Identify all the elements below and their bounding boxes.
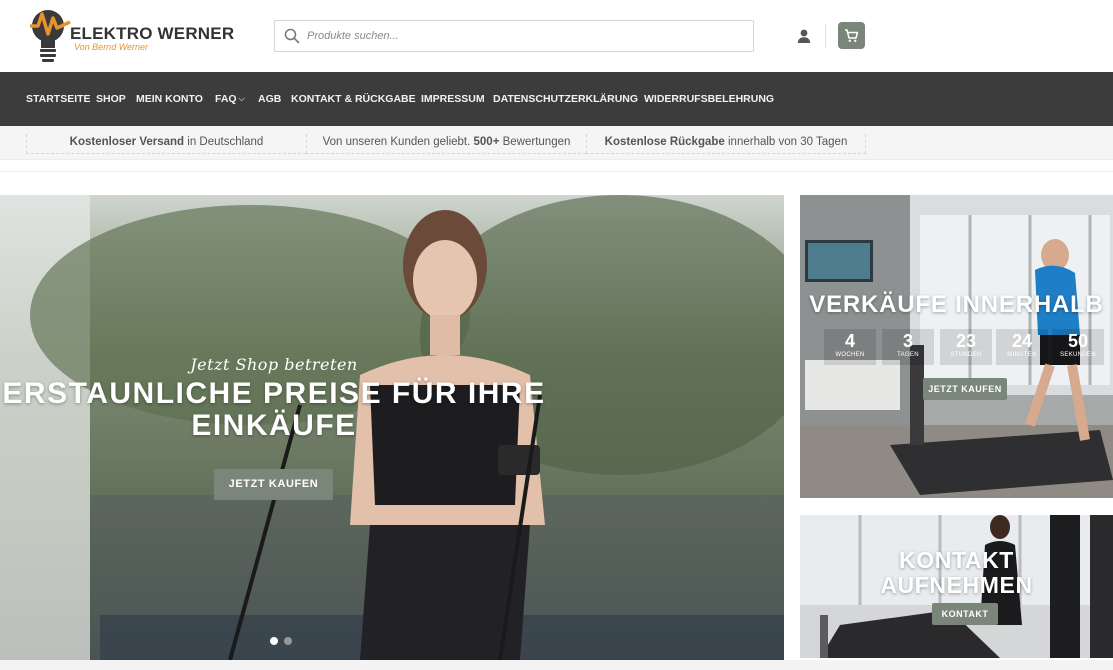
sale-shop-now-button[interactable]: JETZT KAUFEN: [923, 378, 1007, 400]
nav-item-impressum[interactable]: IMPRESSUM: [421, 93, 485, 105]
slider-dot[interactable]: [284, 637, 292, 645]
contact-title-line1: KONTAKT: [899, 547, 1014, 573]
sale-banner[interactable]: VERKÄUFE INNERHALB 4 WOCHEN 3 TAGEN 23 S…: [800, 195, 1113, 498]
usp-shipping-text: in Deutschland: [184, 136, 264, 148]
usp-bar: Kostenloser Versand in Deutschland Von u…: [0, 126, 1113, 160]
site-header: ELEKTRO WERNER Von Bernd Werner: [0, 0, 1113, 72]
usp-returns: Kostenlose Rückgabe innerhalb von 30 Tag…: [586, 134, 866, 154]
countdown-hours-value: 23: [955, 331, 977, 351]
brand-tagline: Von Bernd Werner: [74, 42, 149, 52]
usp-returns-bold: Kostenlose Rückgabe: [604, 136, 725, 148]
countdown-days: 3 TAGEN: [882, 329, 934, 365]
chevron-down-icon: ⌵: [238, 94, 245, 103]
countdown-seconds-value: 50: [1067, 331, 1089, 351]
sale-title: VERKÄUFE INNERHALB: [809, 291, 1104, 318]
nav-item-faq-label: FAQ: [215, 93, 237, 105]
contact-button[interactable]: KONTAKT: [932, 603, 998, 625]
section-divider: [0, 160, 1113, 172]
search-input[interactable]: [307, 21, 747, 51]
brand-name: ELEKTRO WERNER: [70, 24, 235, 43]
main-nav: STARTSEITE SHOP MEIN KONTO FAQ ⌵ AGB KONT…: [0, 72, 1113, 126]
countdown-minutes-label: MINUTEN: [1007, 352, 1037, 358]
user-icon[interactable]: [796, 28, 812, 44]
countdown-weeks-value: 4: [844, 331, 855, 351]
contact-banner[interactable]: KONTAKT AUFNEHMEN KONTAKT: [800, 515, 1113, 658]
countdown-minutes: 24 MINUTEN: [996, 329, 1048, 365]
site-logo[interactable]: ELEKTRO WERNER Von Bernd Werner: [28, 4, 234, 68]
search-box[interactable]: [274, 20, 754, 52]
usp-shipping: Kostenloser Versand in Deutschland: [26, 134, 306, 154]
hero-title: ERSTAUNLICHE PREISE FÜR IHRE EINKÄUFE: [2, 377, 546, 442]
nav-item-startseite[interactable]: STARTSEITE: [26, 93, 91, 105]
countdown-seconds-label: SEKUNDEN: [1060, 352, 1096, 358]
nav-item-mein-konto[interactable]: MEIN KONTO: [136, 93, 203, 105]
countdown-hours-label: STUNDEN: [950, 352, 982, 358]
usp-reviews-text: Bewertungen: [499, 136, 571, 148]
usp-reviews-bold: 500+: [473, 136, 500, 148]
countdown-hours: 23 STUNDEN: [940, 329, 992, 365]
contact-title: KONTAKT AUFNEHMEN: [800, 548, 1113, 598]
hero-kicker: Jetzt Shop betreten: [190, 355, 358, 374]
contact-title-line2: AUFNEHMEN: [880, 572, 1033, 598]
countdown-seconds: 50 SEKUNDEN: [1052, 329, 1104, 365]
nav-item-kontakt-rueckgabe[interactable]: KONTAKT & RÜCKGABE: [291, 93, 416, 105]
nav-item-widerruf[interactable]: WIDERRUFSBELEHRUNG: [644, 93, 774, 105]
page-bottom: [0, 660, 1113, 670]
cart-button[interactable]: [838, 22, 865, 49]
usp-reviews-lead: Von unseren Kunden geliebt.: [322, 136, 474, 148]
usp-shipping-bold: Kostenloser Versand: [69, 136, 185, 148]
usp-reviews: Von unseren Kunden geliebt. 500+ Bewertu…: [306, 134, 586, 154]
slider-dot-active[interactable]: [270, 637, 278, 645]
hero-shop-now-button[interactable]: JETZT KAUFEN: [214, 469, 333, 500]
nav-item-faq[interactable]: FAQ ⌵: [215, 93, 245, 105]
header-divider: [825, 24, 826, 48]
nav-item-shop[interactable]: SHOP: [96, 93, 126, 105]
hero-slider[interactable]: Jetzt Shop betreten ERSTAUNLICHE PREISE …: [0, 195, 784, 660]
countdown-weeks: 4 WOCHEN: [824, 329, 876, 365]
lightbulb-logo-icon: [30, 10, 71, 62]
nav-item-agb[interactable]: AGB: [258, 93, 281, 105]
countdown-days-label: TAGEN: [897, 352, 919, 358]
usp-returns-text: innerhalb von 30 Tagen: [724, 136, 848, 148]
countdown-weeks-label: WOCHEN: [835, 352, 865, 358]
countdown-days-value: 3: [902, 331, 913, 351]
search-icon[interactable]: [284, 28, 300, 44]
cart-icon: [845, 29, 859, 42]
countdown-minutes-value: 24: [1011, 331, 1033, 351]
nav-item-datenschutz[interactable]: DATENSCHUTZERKLÄRUNG: [493, 93, 638, 105]
